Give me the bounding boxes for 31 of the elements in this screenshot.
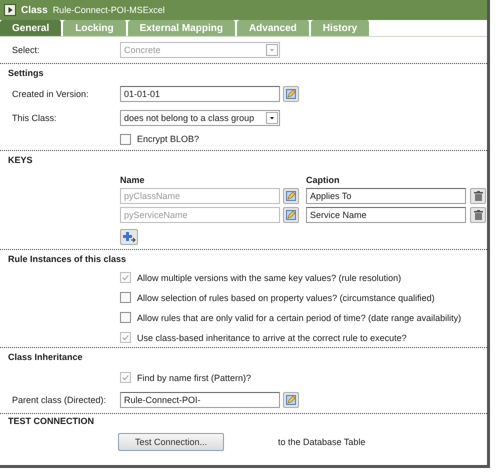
section-heading: KEYS bbox=[7, 154, 34, 165]
tab[interactable]: History bbox=[310, 20, 370, 36]
caption-input[interactable]: Service Name bbox=[306, 207, 466, 223]
section-heading: TEST CONNECTION bbox=[7, 415, 96, 426]
rule-title: Rule-Connect-POI-MSExcel bbox=[52, 5, 165, 15]
column-header: Caption bbox=[306, 175, 340, 185]
version-input[interactable]: 01-01-01 bbox=[120, 86, 280, 102]
checkbox-label: Allow selection of rules based on property values? (circumstance qualified) bbox=[137, 292, 435, 302]
field-label: Created in Version: bbox=[12, 89, 90, 99]
checkbox-label: Allow multiple versions with the same key values? (rule resolution) bbox=[137, 272, 402, 282]
field-label: Parent class (Directed): bbox=[12, 395, 108, 405]
field-label: Select: bbox=[12, 45, 41, 55]
section-heading: Rule Instances of this class bbox=[7, 253, 128, 264]
class-group-dropdown[interactable]: does not belong to a class group bbox=[120, 110, 280, 126]
field-label: This Class: bbox=[12, 113, 58, 123]
checkbox-label: Encrypt BLOB? bbox=[137, 134, 200, 144]
parent-class-input[interactable]: Rule-Connect-POI- bbox=[120, 392, 280, 408]
note-text: to the Database Table bbox=[278, 437, 366, 447]
caption-input[interactable]: Applies To bbox=[306, 188, 466, 204]
test-connection-button[interactable]: Test Connection... bbox=[118, 433, 224, 451]
tab[interactable]: Locking bbox=[63, 20, 127, 36]
section-heading: Class Inheritance bbox=[7, 351, 84, 362]
column-header: Name bbox=[120, 175, 146, 185]
tab[interactable]: Advanced bbox=[236, 20, 310, 36]
section-heading: Settings bbox=[7, 67, 45, 78]
checkbox-label: Allow rules that are only valid for a certain period of time? (date range availability) bbox=[137, 312, 462, 322]
tab[interactable]: General bbox=[0, 20, 62, 36]
rule-type-label: Class bbox=[21, 4, 48, 16]
checkbox-label: Use class-based inheritance to arrive at the correct rule to execute? bbox=[137, 332, 407, 342]
tab[interactable]: External Mapping bbox=[128, 20, 236, 36]
checkbox-label: Find by name first (Pattern)? bbox=[137, 372, 252, 382]
